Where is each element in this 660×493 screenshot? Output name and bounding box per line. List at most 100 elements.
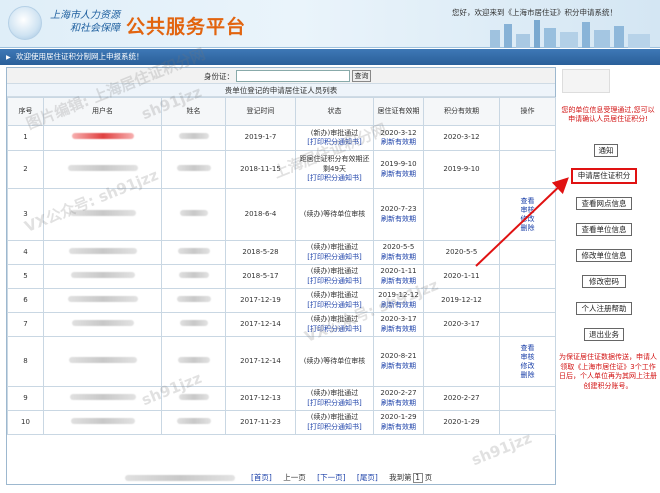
sidebar-note: 为保证居住证数据传送，申请人领取《上海市居住证》3个工作日后，个人单位再为其网上…	[559, 353, 657, 390]
register-help-button[interactable]: 个人注册帮助	[576, 302, 632, 315]
redacted-name	[178, 271, 209, 278]
row-status: (续办)审批通过 [打印积分通知书]	[295, 312, 374, 337]
last-page-link[interactable]: [尾页]	[357, 473, 378, 482]
print-notice-link[interactable]: [打印积分通知书]	[297, 301, 372, 311]
redacted-name	[176, 417, 211, 424]
org-name-line1: 上海市人力资源	[50, 10, 120, 21]
redacted-username	[71, 319, 134, 326]
refresh-validity-link[interactable]: 刷新有效期	[375, 301, 422, 311]
prev-page-link[interactable]: 上一页	[283, 473, 306, 482]
refresh-validity-link[interactable]: 刷新有效期	[375, 325, 422, 335]
row-username	[43, 188, 162, 241]
print-notice-link[interactable]: [打印积分通知书]	[297, 399, 372, 409]
welcome-bar-text: 欢迎使用居住证积分制网上申报系统！	[16, 52, 144, 61]
view-branch-button[interactable]: 查看网点信息	[576, 197, 632, 210]
residence-date: 2020-5-5	[382, 243, 415, 251]
row-op-link[interactable]: 查看	[501, 344, 554, 353]
redacted-username	[70, 417, 135, 424]
col-header: 序号	[7, 97, 44, 126]
redacted-name	[178, 393, 209, 400]
refresh-validity-link[interactable]: 刷新有效期	[375, 215, 422, 225]
print-notice-link[interactable]: [打印积分通知书]	[297, 253, 372, 263]
residence-date: 2020-2-27	[380, 389, 417, 397]
brand-title: 公共服务平台	[126, 16, 247, 38]
print-notice-link[interactable]: [打印积分通知书]	[297, 325, 372, 335]
view-unit-button[interactable]: 查看单位信息	[576, 223, 632, 236]
col-header: 姓名	[161, 97, 226, 126]
sidebar: 您的单位信息受理通过,您可以申请确认人员居住证积分! 通知 申请居住证积分 查看…	[556, 67, 660, 485]
row-op-link[interactable]: 删除	[501, 224, 554, 233]
print-notice-link[interactable]: [打印积分通知书]	[297, 423, 372, 433]
refresh-validity-link[interactable]: 刷新有效期	[375, 423, 422, 433]
row-no: 8	[7, 336, 44, 387]
row-ops	[499, 312, 556, 337]
refresh-validity-link[interactable]: 刷新有效期	[375, 277, 422, 287]
residence-date: 2019-12-12	[378, 291, 419, 299]
table-row: 6 2017-12-19 (续办)审批通过 [打印积分通知书] 2019-12-12 刷新…	[7, 288, 556, 313]
table-header-row: 序号 用户名 姓名 登记时间 状态 居住证有效期 积分有效期 操作	[7, 97, 556, 126]
change-password-button[interactable]: 修改密码	[582, 275, 626, 288]
redacted-username	[71, 133, 134, 140]
redacted-username	[70, 271, 135, 278]
row-residence: 2020-7-23 刷新有效期	[373, 188, 424, 241]
pager-redacted-text	[125, 475, 235, 481]
row-name	[161, 410, 226, 435]
status-text: (续办)等待单位审核	[303, 209, 366, 218]
row-status: (续办)审批通过 [打印积分通知书]	[295, 264, 374, 289]
status-text: (续办)审批通过	[310, 389, 359, 397]
sidebar-card	[562, 69, 610, 93]
refresh-validity-link[interactable]: 刷新有效期	[375, 170, 422, 180]
status-text: (续办)审批通过	[310, 243, 359, 251]
logout-button[interactable]: 退出业务	[584, 328, 624, 341]
search-button[interactable]: 查询	[352, 70, 371, 82]
residence-date: 2020-7-23	[380, 205, 417, 213]
row-reg-time: 2017-12-13	[225, 386, 296, 411]
row-op-link[interactable]: 修改	[501, 215, 554, 224]
redacted-name	[176, 164, 211, 171]
row-op-link[interactable]: 审核	[501, 206, 554, 215]
row-op-link[interactable]: 查看	[501, 197, 554, 206]
print-notice-link[interactable]: [打印积分通知书]	[297, 277, 372, 287]
jump-prefix: 我到第	[389, 473, 412, 482]
row-status: (续办)审批通过 [打印积分通知书]	[295, 410, 374, 435]
id-search-input[interactable]	[236, 70, 350, 82]
app-header: 上海市人力资源 和社会保障 公共服务平台 您好，欢迎来到《上海市居住证》积分申请…	[0, 0, 660, 48]
row-points-validity: 2020-5-5	[423, 240, 500, 265]
page-input[interactable]: 1	[412, 473, 423, 483]
row-points-validity: 2020-1-11	[423, 264, 500, 289]
next-page-link[interactable]: [下一页]	[317, 473, 345, 482]
row-no: 2	[7, 150, 44, 189]
col-header: 登记时间	[225, 97, 296, 126]
print-notice-link[interactable]: [打印积分通知书]	[297, 138, 372, 148]
table-row: 8 2017-12-14 (续办)等待单位审核 2020-8-21 刷新有效期 查看 审核修…	[7, 336, 556, 387]
row-op-link[interactable]: 修改	[501, 362, 554, 371]
row-points-validity	[423, 336, 500, 387]
refresh-validity-link[interactable]: 刷新有效期	[375, 362, 422, 372]
residence-date: 2020-1-29	[380, 413, 417, 421]
refresh-validity-link[interactable]: 刷新有效期	[375, 253, 422, 263]
apply-points-button[interactable]: 申请居住证积分	[571, 168, 637, 184]
row-reg-time: 2018-6-4	[225, 188, 296, 241]
notice-button[interactable]: 通知	[594, 144, 618, 157]
pager: [首页] 上一页 [下一页] [尾页] 我到第 1 页	[7, 471, 555, 485]
edit-unit-button[interactable]: 修改单位信息	[576, 249, 632, 262]
table-body: 1 2019-1-7 (新办)审批通过 [打印积分通知书] 2020-3-12 刷新有效期…	[7, 125, 556, 435]
redacted-name	[179, 209, 208, 216]
refresh-validity-link[interactable]: 刷新有效期	[375, 399, 422, 409]
applicant-table: 序号 用户名 姓名 登记时间 状态 居住证有效期 积分有效期 操作 1 2019-…	[7, 97, 556, 435]
row-op-link[interactable]: 审核	[501, 353, 554, 362]
table-row: 5 2018-5-17 (续办)审批通过 [打印积分通知书] 2020-1-11 刷新有效…	[7, 264, 556, 289]
print-notice-link[interactable]: [打印积分通知书]	[297, 174, 372, 184]
refresh-validity-link[interactable]: 刷新有效期	[375, 138, 422, 148]
row-residence: 2020-3-12 刷新有效期	[373, 125, 424, 151]
row-name	[161, 312, 226, 337]
row-ops	[499, 150, 556, 189]
first-page-link[interactable]: [首页]	[251, 473, 272, 482]
row-status: (续办)审批通过 [打印积分通知书]	[295, 240, 374, 265]
row-op-link[interactable]: 删除	[501, 371, 554, 380]
row-username	[43, 240, 162, 265]
status-text: (续办)审批通过	[310, 291, 359, 299]
row-reg-time: 2018-5-28	[225, 240, 296, 265]
triangle-icon: ▶	[6, 54, 11, 61]
sidebar-notice: 您的单位信息受理通过,您可以申请确认人员居住证积分!	[561, 106, 655, 123]
